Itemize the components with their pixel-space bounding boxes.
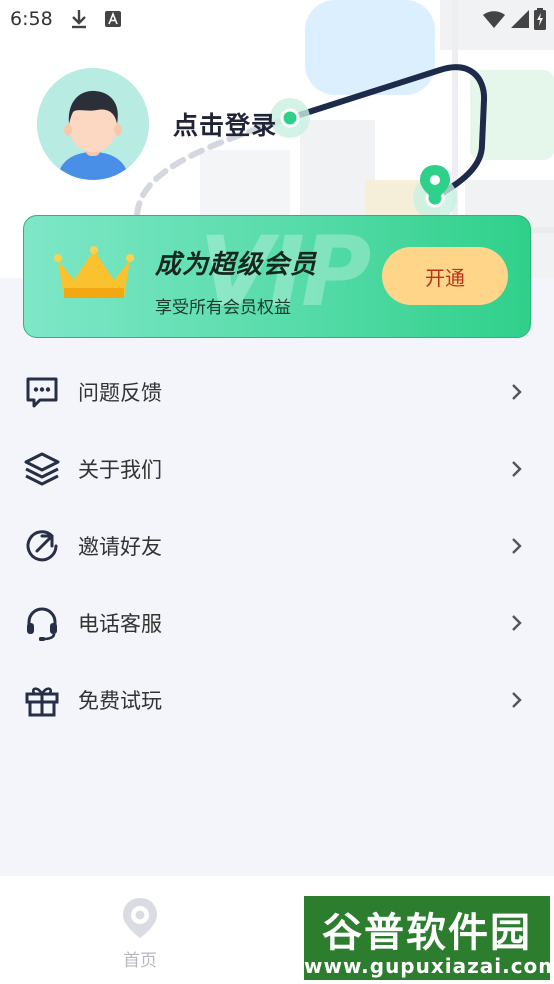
settings-menu: 问题反馈 关于我们 邀请好友 电话客服 免费试玩 (0, 353, 554, 738)
headset-icon (24, 605, 60, 641)
gift-icon (24, 682, 60, 718)
open-vip-button[interactable]: 开通 (382, 247, 508, 305)
vip-card[interactable]: VIP 成为超级会员 享受所有会员权益 开通 (23, 215, 531, 338)
menu-item-label: 免费试玩 (78, 688, 162, 713)
menu-item-phone-support[interactable]: 电话客服 (0, 584, 554, 661)
chevron-right-icon (512, 460, 522, 477)
menu-item-label: 电话客服 (78, 611, 162, 636)
site-watermark: 谷普软件园 www.gupuxiazai.com (304, 896, 554, 980)
tab-home[interactable]: 首页 (118, 896, 162, 971)
app-a-icon (105, 11, 121, 27)
crown-icon (54, 246, 134, 298)
wifi-icon (483, 11, 505, 28)
chevron-right-icon (512, 537, 522, 554)
menu-item-free-trial[interactable]: 免费试玩 (0, 661, 554, 738)
menu-item-label: 邀请好友 (78, 534, 162, 559)
chevron-right-icon (512, 691, 522, 708)
battery-icon (534, 8, 546, 30)
user-avatar-icon (37, 68, 149, 180)
status-bar: 6:58 (0, 0, 554, 40)
download-icon (72, 10, 86, 29)
menu-item-invite[interactable]: 邀请好友 (0, 507, 554, 584)
menu-item-label: 关于我们 (78, 457, 162, 482)
chevron-right-icon (512, 383, 522, 400)
menu-item-label: 问题反馈 (78, 380, 162, 405)
avatar[interactable] (37, 68, 149, 180)
share-icon (24, 528, 60, 564)
menu-item-about[interactable]: 关于我们 (0, 430, 554, 507)
menu-item-feedback[interactable]: 问题反馈 (0, 353, 554, 430)
login-link[interactable]: 点击登录 (173, 106, 277, 142)
vip-subtitle: 享受所有会员权益 (155, 298, 291, 318)
status-time: 6:58 (10, 8, 53, 30)
feedback-icon (24, 374, 60, 410)
watermark-title: 谷普软件园 (322, 910, 532, 956)
watermark-url: www.gupuxiazai.com (304, 954, 554, 978)
layers-icon (24, 451, 60, 487)
signal-icon (511, 10, 529, 28)
status-icons (482, 8, 546, 30)
vip-title: 成为超级会员 (155, 250, 318, 280)
chevron-right-icon (512, 614, 522, 631)
tab-home-label: 首页 (123, 951, 157, 971)
home-pin-icon (123, 898, 157, 938)
